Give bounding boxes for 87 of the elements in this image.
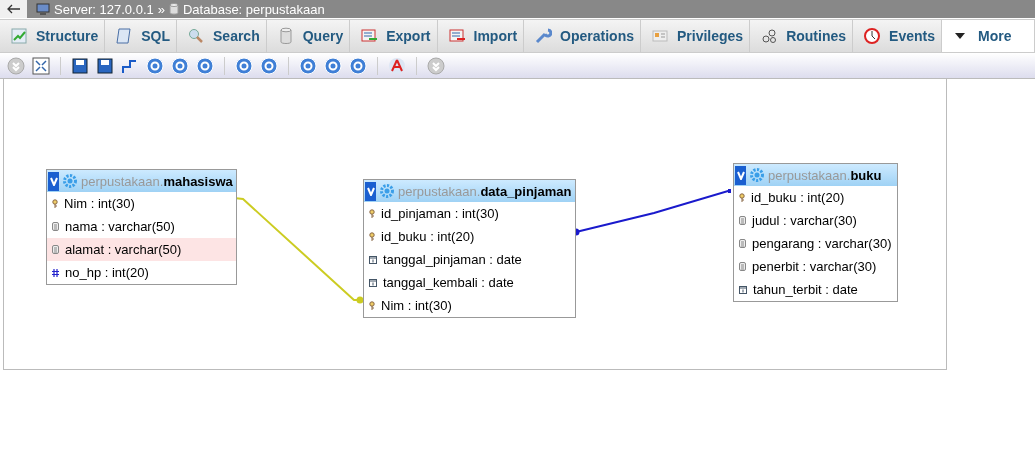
- key-icon: [52, 198, 58, 209]
- gear-icon: [63, 174, 77, 188]
- key-icon: [369, 300, 375, 311]
- search-icon: [187, 27, 205, 45]
- monitor-icon: [36, 3, 50, 15]
- column-label: penerbit : varchar(30): [752, 259, 877, 274]
- table-name: perpustakaan.data_pinjaman: [398, 183, 572, 199]
- toggle-button[interactable]: [365, 181, 376, 201]
- gears-icon: [760, 27, 779, 45]
- tab[interactable]: Search: [177, 20, 267, 52]
- tab[interactable]: Operations: [524, 20, 641, 52]
- text-field-icon: [52, 245, 59, 254]
- id-card-icon: [651, 27, 669, 45]
- fullscreen-icon[interactable]: [31, 55, 51, 76]
- tab[interactable]: Import: [437, 20, 525, 52]
- text-field-icon: [739, 239, 746, 248]
- column-row[interactable]: pengarang : varchar(30): [734, 232, 897, 255]
- column-row[interactable]: Nim : int(30): [364, 294, 575, 317]
- column-label: nama : varchar(50): [65, 219, 175, 234]
- table-name: perpustakaan.buku: [768, 167, 882, 183]
- calendar-icon: [369, 278, 377, 287]
- text-field-icon: [739, 216, 746, 225]
- column-row[interactable]: Nim : int(30): [47, 192, 236, 215]
- text-field-icon: [52, 222, 59, 231]
- server-link[interactable]: Server: 127.0.0.1: [54, 1, 154, 17]
- tab[interactable]: Events: [853, 20, 942, 52]
- table-header[interactable]: perpustakaan.mahasiswa: [47, 170, 236, 192]
- column-row[interactable]: id_buku : int(20): [364, 225, 575, 248]
- column-label: tanggal_pinjaman : date: [383, 252, 522, 267]
- column-row[interactable]: tanggal_pinjaman : date: [364, 248, 575, 271]
- column-label: pengarang : varchar(30): [752, 236, 892, 251]
- breadcrumb-separator: »: [157, 1, 165, 17]
- gear-icon: [750, 168, 764, 182]
- toggle-button[interactable]: [735, 165, 746, 185]
- table-card[interactable]: perpustakaan.buku id_buku : int(20) judul : varchar(30) pengarang : varchar(30) penerbit : varchar(30) tahun_terbit : date: [733, 163, 898, 302]
- tab[interactable]: Routines: [750, 20, 854, 52]
- tab[interactable]: Structure: [0, 20, 106, 52]
- table-name: perpustakaan.mahasiswa: [81, 173, 233, 189]
- wrench-icon: [534, 27, 553, 45]
- hash-icon: [52, 268, 59, 277]
- tab[interactable]: Query: [266, 20, 351, 52]
- column-label: id_pinjaman : int(30): [381, 206, 499, 221]
- column-row[interactable]: id_buku : int(20): [734, 186, 897, 209]
- scroll-icon: [115, 27, 134, 45]
- database-link[interactable]: Database: perpustakaan: [182, 1, 325, 17]
- database-icon: [168, 3, 179, 15]
- column-label: no_hp : int(20): [65, 265, 149, 280]
- column-row[interactable]: id_pinjaman : int(30): [364, 202, 575, 225]
- column-label: id_buku : int(20): [381, 229, 475, 244]
- table-header[interactable]: perpustakaan.buku: [734, 164, 897, 186]
- column-label: alamat : varchar(50): [65, 242, 182, 257]
- key-icon: [369, 208, 375, 219]
- column-row[interactable]: judul : varchar(30): [734, 209, 897, 232]
- gear-icon: [380, 184, 394, 198]
- save-icon[interactable]: [70, 55, 90, 76]
- circle-icon[interactable]: [145, 55, 165, 76]
- column-row[interactable]: penerbit : varchar(30): [734, 255, 897, 278]
- calendar-icon: [369, 255, 377, 264]
- table-card[interactable]: perpustakaan.mahasiswa Nim : int(30) nama : varchar(50) alamat : varchar(50) no_hp : int(20): [46, 169, 237, 285]
- back-button[interactable]: [0, 0, 27, 18]
- column-label: Nim : int(30): [64, 196, 135, 211]
- dropdown-triangle-icon: [953, 32, 966, 40]
- calendar-icon: [739, 285, 747, 294]
- table-header[interactable]: perpustakaan.data_pinjaman: [364, 180, 575, 202]
- column-label: tahun_terbit : date: [753, 282, 858, 297]
- column-row[interactable]: no_hp : int(20): [47, 261, 236, 284]
- key-icon: [739, 192, 745, 203]
- tab[interactable]: SQL: [105, 20, 177, 52]
- toggle-button[interactable]: [48, 171, 59, 191]
- column-label: Nim : int(30): [381, 298, 452, 313]
- collapse-icon[interactable]: [6, 55, 26, 76]
- column-row[interactable]: nama : varchar(50): [47, 215, 236, 238]
- column-row[interactable]: tanggal_kembali : date: [364, 271, 575, 294]
- column-row[interactable]: tahun_terbit : date: [734, 278, 897, 301]
- column-label: id_buku : int(20): [751, 190, 845, 205]
- column-row[interactable]: alamat : varchar(50): [47, 238, 236, 261]
- tab[interactable]: Export: [350, 20, 438, 52]
- back-arrow-icon: [6, 4, 21, 14]
- table-card[interactable]: perpustakaan.data_pinjaman id_pinjaman : int(30) id_buku : int(20) tanggal_pinjaman : date tanggal_kembali : date Nim : int(30): [363, 179, 576, 318]
- clock-icon: [863, 27, 882, 45]
- text-field-icon: [739, 262, 746, 271]
- chart-icon: [10, 27, 28, 45]
- column-label: judul : varchar(30): [752, 213, 857, 228]
- key-icon: [369, 231, 375, 242]
- column-label: tanggal_kembali : date: [383, 275, 514, 290]
- tab[interactable]: Privileges: [641, 20, 751, 52]
- tab[interactable]: More: [941, 20, 1035, 52]
